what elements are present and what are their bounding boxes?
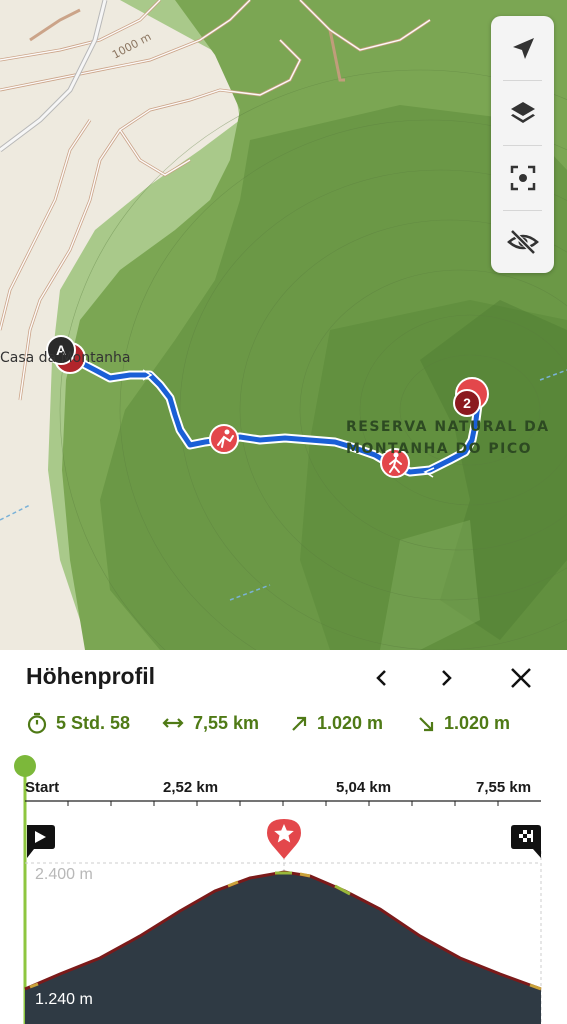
next-button[interactable] (428, 660, 464, 696)
place-label: Casa da Montanha (0, 350, 131, 366)
hide-button[interactable] (491, 211, 554, 273)
y-label-min: 1.240 m (35, 991, 93, 1008)
x-tick-start: Start (25, 779, 60, 796)
chevron-left-icon (376, 670, 386, 686)
y-label-max: 2.400 m (35, 866, 93, 883)
elevation-profile-chart[interactable]: Start 2,52 km 5,04 km 7,55 km 2.400 m 1.… (0, 746, 567, 1024)
close-button[interactable] (503, 660, 539, 696)
profile-area (25, 872, 541, 1024)
descent-icon (419, 717, 434, 732)
focus-button[interactable] (491, 147, 554, 209)
descent-stat: 1.020 m (416, 710, 510, 736)
map-view[interactable]: A 2 1000 m Casa da Montanha RESERVA NATU… (0, 0, 567, 650)
x-tick-3: 5,04 km (336, 779, 392, 796)
focus-icon (510, 165, 535, 191)
x-tick-end: 7,55 km (476, 779, 532, 796)
locate-button[interactable] (491, 18, 554, 80)
summit-star-icon[interactable] (266, 817, 302, 861)
duration-stat: 5 Std. 58 (26, 710, 130, 736)
close-icon (511, 668, 531, 688)
locate-icon (512, 38, 534, 59)
svg-text:2: 2 (463, 395, 471, 411)
elevation-profile-panel: Höhenprofil 5 Std. 58 7,55 km 1.020 m 1.… (0, 650, 567, 1024)
descent-value: 1.020 m (444, 712, 511, 733)
map-canvas[interactable]: A 2 (0, 0, 567, 650)
ascent-stat: 1.020 m (289, 710, 383, 736)
distance-value: 7,55 km (193, 712, 260, 733)
ascent-icon (292, 716, 307, 731)
hide-icon (506, 229, 539, 255)
stats-row: 5 Std. 58 7,55 km 1.020 m 1.020 m (26, 710, 546, 736)
scrubber-handle[interactable] (14, 755, 36, 777)
previous-button[interactable] (364, 660, 400, 696)
climbing-poi-icon[interactable] (209, 424, 239, 454)
x-tick-2: 2,52 km (163, 779, 219, 796)
layers-button[interactable] (491, 82, 554, 144)
duration-value: 5 Std. 58 (56, 712, 131, 733)
reserve-label-line2: MONTANHA DO PICO (346, 441, 533, 457)
stopwatch-icon (27, 712, 47, 734)
ascent-value: 1.020 m (317, 712, 384, 733)
layers-icon (510, 102, 535, 123)
distance-stat: 7,55 km (161, 710, 259, 736)
chevron-right-icon (442, 670, 452, 686)
finish-flag-icon[interactable] (510, 822, 542, 862)
reserve-label-line1: RESERVA NATURAL DA (346, 419, 550, 435)
distance-icon (162, 718, 184, 728)
start-flag-icon[interactable] (24, 822, 56, 862)
panel-title: Höhenprofil (26, 663, 156, 689)
map-controls (491, 16, 554, 273)
